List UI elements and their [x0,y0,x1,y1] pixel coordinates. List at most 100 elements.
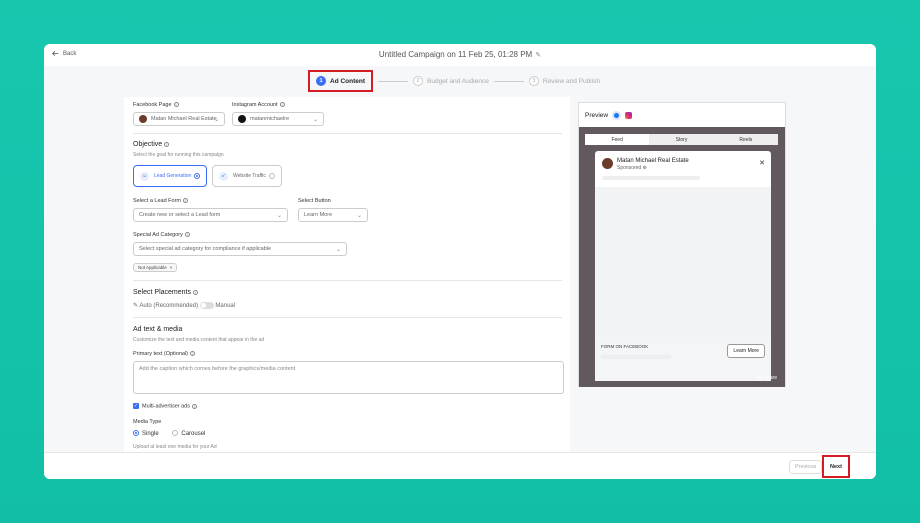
primary-text-label: Primary text (Optional) i [133,351,196,357]
skeleton-line [601,355,671,359]
tab-story[interactable]: Story [649,134,713,145]
radio-selected [194,173,200,179]
next-highlight: Next [822,455,850,478]
ad-header: Matan Michael Real Estate Sponsored ⊕ [602,158,689,171]
primary-text-label-text: Primary text (Optional) [133,351,189,357]
button-label: Select Button [298,198,331,204]
pencil-icon[interactable]: ✎ [535,51,541,59]
lead-form-label: Select a Lead Form i [133,198,188,204]
objective-website-traffic[interactable]: ➶ Website Traffic [212,165,282,187]
share-label: Share [763,375,777,381]
bottom-bar: Previous Next [44,452,876,479]
preview-header: Preview [585,111,633,120]
instagram-avatar [238,115,246,123]
media-type-options: Single Carousel [133,430,205,437]
chevron-down-icon: ⌄ [213,117,219,123]
multi-advertiser-label: Multi-advertiser ads [142,403,190,410]
info-icon: i [164,141,170,147]
page-avatar [139,115,147,123]
step-number: 1 [316,76,326,86]
skeleton-line [602,176,700,180]
divider [133,317,562,318]
media-single-label: Single [142,430,159,437]
close-icon[interactable]: × [170,265,173,270]
instagram-icon[interactable] [625,112,633,119]
step-connector [378,80,409,82]
stepper: 1 Ad Content 2 Budget and Audience 3 Rev… [308,69,600,93]
lead-icon: ☺ [140,171,149,181]
step-number: 3 [528,76,539,86]
instagram-select[interactable]: matanmichaelre ⌄ [232,112,324,126]
info-icon: i [173,102,179,108]
tab-feed[interactable]: Feed [585,134,650,145]
info-icon: i [192,289,198,295]
special-category-select[interactable]: Select special ad category for complianc… [133,242,347,256]
special-category-placeholder: Select special ad category for complianc… [139,246,272,252]
traffic-icon: ➶ [219,171,228,181]
checkbox-checked-icon[interactable]: ✓ [133,403,139,409]
close-icon[interactable]: ✕ [759,159,765,167]
placements-title: Select Placements i [133,289,198,296]
divider [133,280,562,281]
globe-icon: ⊕ [642,165,647,171]
media-carousel-label: Carousel [181,430,206,437]
media-carousel-option[interactable]: Carousel [172,430,206,437]
share-button[interactable]: ➦ Share [757,375,777,381]
step-label: Budget and Audience [427,77,489,85]
button-value: Learn More [304,212,333,218]
divider [133,133,562,134]
objective-title: Objective i [133,141,170,148]
sponsored-text: Sponsored [617,165,642,171]
radio-unselected [269,173,275,179]
facebook-page-value: Matan Michael Real Estate [151,116,217,122]
info-icon: i [190,351,196,357]
info-icon: i [279,102,285,108]
objective-lead-generation[interactable]: ☺ Lead Generation [133,165,207,187]
multi-advertiser-row[interactable]: ✓ Multi-advertiser ads i [133,403,197,409]
ad-preview-card: Matan Michael Real Estate Sponsored ⊕ ✕ … [595,151,771,381]
primary-text-placeholder: Add the caption which comes before the g… [139,366,296,372]
learn-more-button[interactable]: Learn More [727,344,765,358]
step-review-publish[interactable]: 3 Review and Publish [528,76,600,86]
primary-text-input[interactable]: Add the caption which comes before the g… [133,361,564,394]
ad-cta-bar: FORM ON FACEBOOK Learn More [595,337,771,381]
instagram-label-text: Instagram Account [232,102,278,108]
facebook-page-label-text: Facebook Page [133,102,172,108]
campaign-window: Back Untitled Campaign on 11 Feb 25, 01:… [44,44,876,479]
chevron-down-icon: ⌄ [335,247,341,253]
info-icon: i [192,403,197,409]
step-ad-content[interactable]: 1 Ad Content [308,70,374,92]
placements-toggle[interactable] [199,302,214,309]
preview-panel: Preview Feed Story Reels Matan Michael R… [578,102,786,387]
not-applicable-chip[interactable]: Not Applicable × [133,263,178,272]
adtext-subtext: Customize the text and media content tha… [133,337,265,343]
ad-content-form: Facebook Page i Matan Michael Real Estate… [124,97,570,457]
facebook-page-label: Facebook Page i [133,102,179,108]
tab-reels[interactable]: Reels [714,134,778,145]
objective-title-text: Objective [133,141,163,148]
ad-media-placeholder [595,187,771,337]
objective-option-label: Lead Generation [154,173,192,179]
lead-form-select[interactable]: Create new or select a Lead form ⌄ [133,208,288,222]
chip-label: Not Applicable [138,265,167,270]
objective-subtext: Select the goal for running this campaig… [133,152,224,158]
special-category-label: Special Ad Category i [133,232,190,238]
radio-unselected [172,430,179,436]
media-single-option[interactable]: Single [133,430,159,437]
campaign-title-text: Untitled Campaign on 11 Feb 25, 01:28 PM [378,50,533,59]
media-type-label: Media Type [133,419,162,425]
previous-button[interactable]: Previous [789,460,823,474]
lead-form-label-text: Select a Lead Form [133,198,181,204]
facebook-icon[interactable] [612,111,622,120]
next-button[interactable]: Next [827,460,845,473]
ad-page-name: Matan Michael Real Estate [617,158,689,164]
special-category-label-text: Special Ad Category [133,232,183,238]
button-select[interactable]: Learn More ⌄ [298,208,368,222]
objective-option-label: Website Traffic [233,173,266,179]
placements-auto-label: Auto (Recommended) [139,303,199,310]
chevron-down-icon: ⌄ [356,213,362,219]
step-budget-audience[interactable]: 2 Budget and Audience [413,76,489,86]
facebook-page-select[interactable]: Matan Michael Real Estate ⌄ [133,112,225,126]
top-bar: Back Untitled Campaign on 11 Feb 25, 01:… [44,44,876,66]
preview-title: Preview [585,112,609,119]
